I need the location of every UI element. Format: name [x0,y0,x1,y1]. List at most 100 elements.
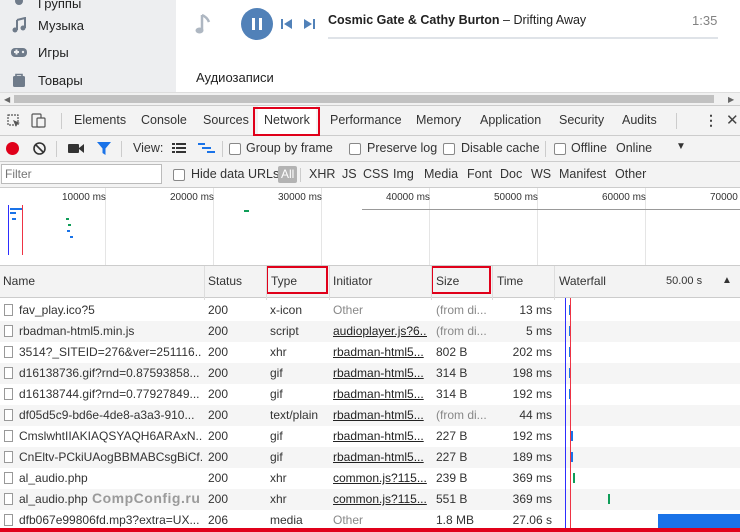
scroll-left-arrow-icon[interactable]: ◀ [4,95,10,104]
table-row[interactable]: rbadman-html5.min.js 200 script audioplayer… [0,321,740,342]
filter-type-xhr[interactable]: XHR [309,167,335,181]
filter-type-css[interactable]: CSS [363,167,389,181]
table-row[interactable]: d16138744.gif?rnd=0.77927849... 200 gif rba… [0,384,740,405]
filter-type-all[interactable]: All [278,166,298,183]
request-type: gif [270,387,283,401]
tab-network[interactable]: Network [258,106,316,135]
sidebar-item-games[interactable]: Игры [10,41,69,63]
request-initiator[interactable]: rbadman-html5... [333,405,427,426]
filter-type-js[interactable]: JS [342,167,357,181]
tab-audits[interactable]: Audits [622,106,657,135]
column-initiator[interactable]: Initiator [333,266,372,297]
tab-console[interactable]: Console [141,106,187,135]
waterfall-dcl-line [565,298,566,532]
column-waterfall[interactable]: Waterfall [559,266,606,297]
tab-elements[interactable]: Elements [74,106,126,135]
request-initiator[interactable]: rbadman-html5... [333,363,427,384]
filter-type-manifest[interactable]: Manifest [559,167,606,181]
request-status: 200 [208,387,229,401]
scrollbar-thumb[interactable] [14,95,714,103]
track-progress-bar[interactable] [328,37,718,39]
sort-up-icon[interactable]: ▲ [722,275,732,286]
request-initiator[interactable]: audioplayer.js?6... [333,321,427,342]
table-row[interactable]: d16138736.gif?rnd=0.87593858... 200 gif rba… [0,363,740,384]
request-initiator[interactable]: rbadman-html5... [333,384,427,405]
table-row[interactable]: fav_play.ico?5 200 x-icon Other (from di... 1… [0,300,740,321]
clear-icon[interactable] [32,141,47,159]
request-size: 227 B [436,429,468,443]
tab-application[interactable]: Application [480,106,541,135]
file-icon [4,325,13,337]
column-status[interactable]: Status [208,266,242,297]
group-by-frame-checkbox[interactable] [229,143,241,155]
previous-track-button[interactable] [281,18,293,33]
table-row[interactable]: CmslwhtIIAKIAQSYAQH6ARAxN... 200 gif rbadma… [0,426,740,447]
filter-type-other[interactable]: Other [615,167,646,181]
tab-performance[interactable]: Performance [330,106,402,135]
request-initiator[interactable]: rbadman-html5... [333,426,427,447]
table-row[interactable]: 3514?_SITEID=276&ver=251116... 200 xhr rbad… [0,342,740,363]
request-name[interactable]: d16138744.gif?rnd=0.77927849... [19,384,202,405]
pause-button[interactable] [241,8,273,40]
request-name[interactable]: CmslwhtIIAKIAQSYAQH6ARAxN... [19,426,202,447]
tab-sources[interactable]: Sources [203,106,249,135]
request-initiator[interactable]: common.js?115... [333,468,427,489]
table-row[interactable]: al_audio.php 200 xhr common.js?115... 239 B 3… [0,468,740,489]
next-track-button[interactable] [303,18,315,33]
hide-data-urls-checkbox[interactable] [173,169,185,181]
disable-cache-checkbox[interactable] [443,143,455,155]
table-row[interactable]: df05d5c9-bd6e-4de8-a3a3-910... 200 text/pl… [0,405,740,426]
column-size[interactable]: Size [436,266,459,297]
request-name[interactable]: rbadman-html5.min.js [19,321,202,342]
tab-memory[interactable]: Memory [416,106,461,135]
network-overview-timeline[interactable]: 10000 ms 20000 ms 30000 ms 40000 ms 5000… [0,188,740,266]
request-status: 200 [208,492,229,506]
request-name[interactable]: d16138736.gif?rnd=0.87593858... [19,363,202,384]
request-name[interactable]: fav_play.ico?5 [19,300,202,321]
filter-type-img[interactable]: Img [393,167,414,181]
file-icon [4,346,13,358]
more-options-icon[interactable]: ⋮ [704,110,718,130]
offline-checkbox[interactable] [554,143,566,155]
sidebar-item-music[interactable]: Музыка [10,14,84,36]
filter-type-ws[interactable]: WS [531,167,551,181]
column-time[interactable]: Time [497,266,523,297]
preserve-log-checkbox[interactable] [349,143,361,155]
filter-type-font[interactable]: Font [467,167,492,181]
request-name[interactable]: CnEltv-PCkiUAogBBMABCsgBiCf... [19,447,202,468]
scroll-right-arrow-icon[interactable]: ▶ [728,95,734,104]
record-button[interactable] [6,142,19,155]
filter-funnel-icon[interactable] [96,141,112,159]
chevron-down-icon[interactable]: ▼ [676,141,686,152]
request-status: 200 [208,450,229,464]
request-name[interactable]: 3514?_SITEID=276&ver=251116... [19,342,202,363]
overview-tick-label: 60000 ms [602,192,646,203]
request-time: 369 ms [512,492,552,506]
device-toolbar-icon[interactable] [31,113,47,131]
request-initiator[interactable]: rbadman-html5... [333,447,427,468]
filter-type-doc[interactable]: Doc [500,167,522,181]
games-icon [10,43,28,61]
inspect-element-icon[interactable] [7,114,21,131]
close-icon[interactable]: ✕ [726,111,739,129]
throttling-select[interactable]: Online [616,141,652,155]
screenshot-camera-icon[interactable] [67,142,85,158]
waterfall-view-icon[interactable] [198,142,216,157]
file-icon [4,367,13,379]
page-horizontal-scrollbar[interactable]: ◀ ▶ [0,92,740,106]
large-rows-icon[interactable] [172,142,186,157]
waterfall-bar [573,473,575,483]
tab-security[interactable]: Security [559,106,604,135]
request-name[interactable]: df05d5c9-bd6e-4de8-a3a3-910... [19,405,202,426]
request-initiator[interactable]: rbadman-html5... [333,342,427,363]
column-type[interactable]: Type [271,266,297,297]
request-name[interactable]: al_audio.php [19,468,202,489]
request-time: 5 ms [525,324,552,338]
column-name[interactable]: Name [3,266,35,297]
sidebar-item-goods[interactable]: Товары [10,69,83,91]
filter-type-media[interactable]: Media [424,167,458,181]
request-initiator[interactable]: common.js?115... [333,489,427,510]
table-row[interactable]: CnEltv-PCkiUAogBBMABCsgBiCf... 200 gif rbad… [0,447,740,468]
sidebar-item-groups[interactable]: Группы [10,0,81,14]
filter-input[interactable] [1,164,162,184]
